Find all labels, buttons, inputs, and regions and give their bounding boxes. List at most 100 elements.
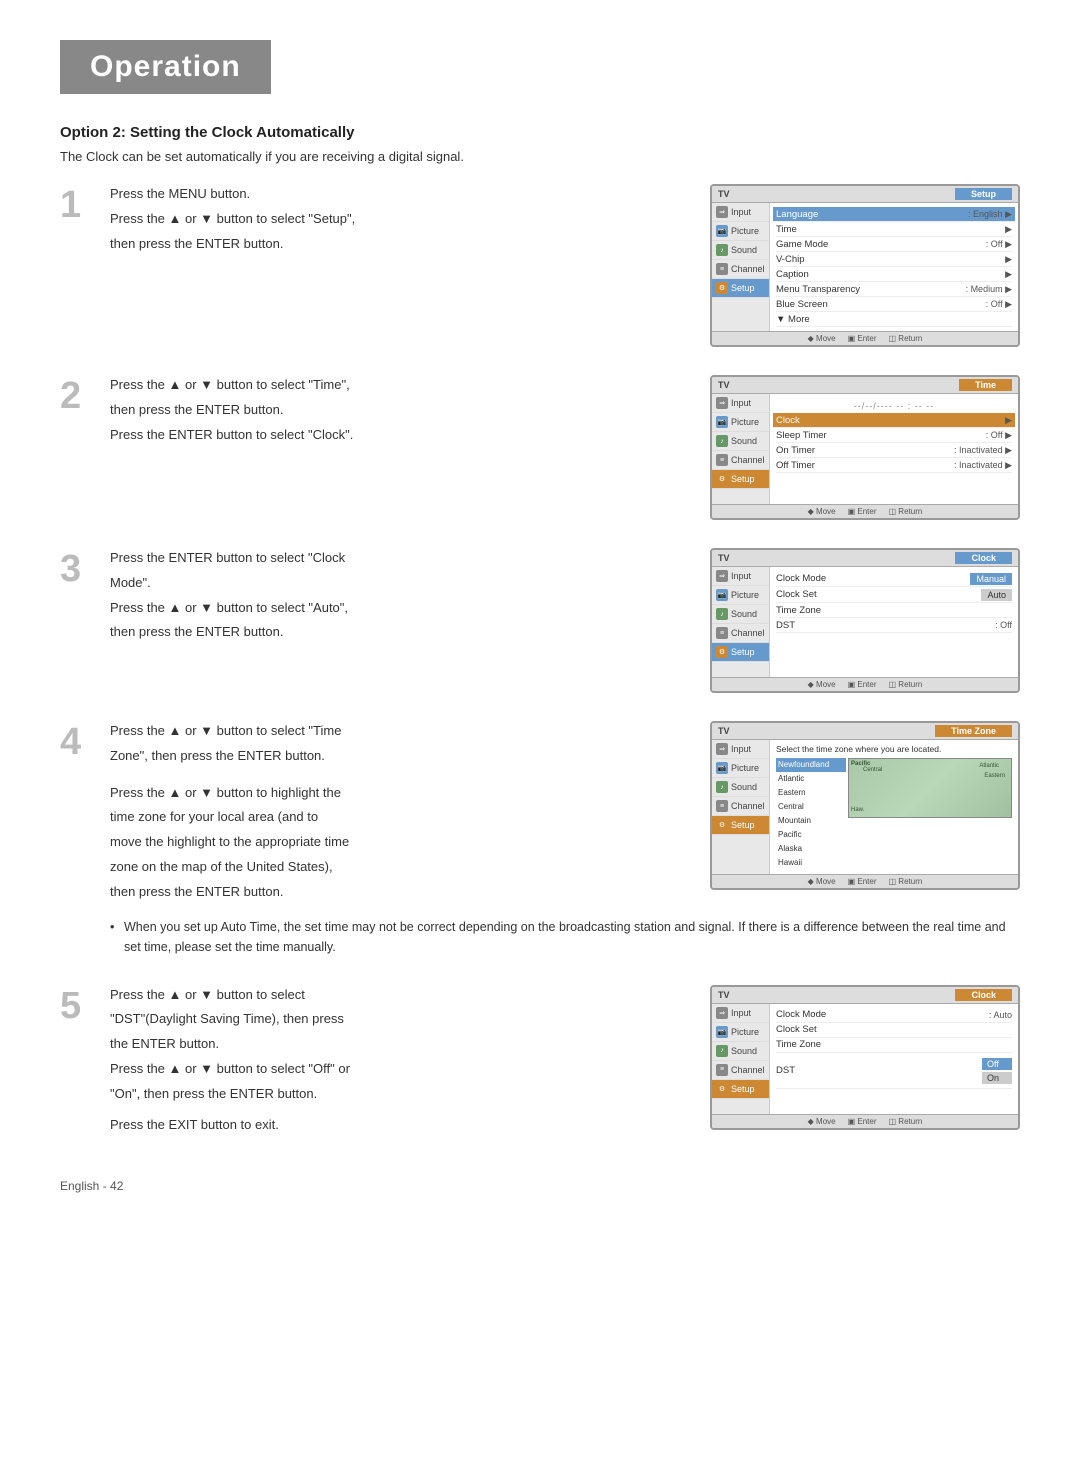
timezone-item[interactable]: Pacific	[776, 828, 846, 842]
step-number: 2	[60, 377, 90, 415]
step-row-1: 1 Press the MENU button.Press the ▲ or ▼…	[60, 184, 1020, 347]
step-content: Press the MENU button.Press the ▲ or ▼ b…	[110, 184, 1020, 347]
tv-menu-item: Time ▶	[776, 222, 1012, 237]
tv-menu-item: Time Zone	[776, 603, 1012, 618]
step-content: Press the ▲ or ▼ button to select"DST"(D…	[110, 985, 1020, 1140]
tv-sidebar: ⇒ Input 📷 Picture ♪ Sound ≡ Channel ⚙ Se…	[712, 567, 770, 677]
step-1: 1 Press the MENU button.Press the ▲ or ▼…	[60, 184, 1020, 347]
tv-sidebar-item: ♪ Sound	[712, 1042, 769, 1061]
tv-main: Select the time zone where you are locat…	[770, 740, 1018, 874]
tv-label: TV	[718, 380, 730, 390]
tv-menu-title: Setup	[955, 188, 1012, 200]
tv-menu-item: V-Chip ▶	[776, 252, 1012, 267]
tv-bottom-bar: ◆ Move ▣ Enter ◫ Return	[712, 504, 1018, 518]
step-text: Press the ENTER button to select "ClockM…	[110, 548, 690, 647]
section-title: Option 2: Setting the Clock Automaticall…	[60, 124, 1020, 141]
tv-menu-item: Clock Set	[776, 1023, 1012, 1038]
tv-menu-title: Clock	[955, 989, 1012, 1001]
steps-container: 1 Press the MENU button.Press the ▲ or ▼…	[60, 184, 1020, 1139]
tv-sidebar-item: ♪ Sound	[712, 432, 769, 451]
tv-menu-item: Caption ▶	[776, 267, 1012, 282]
tv-bottom-bar: ◆ Move ▣ Enter ◫ Return	[712, 1114, 1018, 1128]
step-content: Press the ▲ or ▼ button to select "TimeZ…	[110, 721, 1020, 957]
step-exit-text: Press the EXIT button to exit.	[110, 1115, 690, 1136]
step-row-3: 3 Press the ENTER button to select "Cloc…	[60, 548, 1020, 693]
tv-sidebar-item: 📷 Picture	[712, 222, 769, 241]
tv-menu-title: Time Zone	[935, 725, 1012, 737]
tv-menu-item: Clock Set Auto	[776, 587, 1012, 603]
tv-sidebar-item: 📷 Picture	[712, 759, 769, 778]
page-title-bar: Operation	[60, 40, 271, 94]
intro-text: The Clock can be set automatically if yo…	[60, 149, 1020, 164]
step-number: 5	[60, 987, 90, 1025]
timezone-list: NewfoundlandAtlanticEasternCentralMounta…	[776, 758, 846, 870]
step-5: 5 Press the ▲ or ▼ button to select"DST"…	[60, 985, 1020, 1140]
tv-sidebar-item: ≡ Channel	[712, 260, 769, 279]
tv-sidebar-item: ⚙ Setup	[712, 279, 769, 298]
tv-label: TV	[718, 726, 730, 736]
tv-sidebar-item: 📷 Picture	[712, 586, 769, 605]
tv-main: Clock Mode : Auto Clock Set Time Zone DS…	[770, 1004, 1018, 1114]
timezone-item[interactable]: Eastern	[776, 786, 846, 800]
tv-screen-2: TV Time ⇒ Input 📷 Picture ♪ Sound ≡ Chan…	[710, 375, 1020, 520]
tv-sidebar: ⇒ Input 📷 Picture ♪ Sound ≡ Channel ⚙ Se…	[712, 394, 770, 504]
step-text: Press the ▲ or ▼ button to select "TimeZ…	[110, 721, 690, 767]
tv-sidebar-item: ⇒ Input	[712, 567, 769, 586]
tv-menu-item: DST : Off	[776, 618, 1012, 633]
timezone-item[interactable]: Atlantic	[776, 772, 846, 786]
tv-sidebar-item: ⇒ Input	[712, 394, 769, 413]
tv-sidebar-item: ⚙ Setup	[712, 643, 769, 662]
step-text: Press the MENU button.Press the ▲ or ▼ b…	[110, 184, 690, 258]
tv-main: Language : English ▶ Time ▶ Game Mode : …	[770, 203, 1018, 331]
step-number: 3	[60, 550, 90, 588]
timezone-item[interactable]: Alaska	[776, 842, 846, 856]
timezone-item[interactable]: Hawaii	[776, 856, 846, 870]
tv-menu-item: ▼ More	[776, 312, 1012, 327]
step-content: Press the ▲ or ▼ button to select "Time"…	[110, 375, 1020, 520]
tv-menu-item: Language : English ▶	[773, 207, 1015, 222]
section-header: Option 2: Setting the Clock Automaticall…	[60, 124, 1020, 164]
tv-sidebar-item: ≡ Channel	[712, 797, 769, 816]
tv-menu-item: Sleep Timer : Off ▶	[776, 428, 1012, 443]
tv-sidebar-item: ⇒ Input	[712, 203, 769, 222]
tv-menu-item-dst: DST Off On	[776, 1053, 1012, 1089]
timezone-item[interactable]: Newfoundland	[776, 758, 846, 772]
tv-menu-title: Clock	[955, 552, 1012, 564]
tv-sidebar-item: ≡ Channel	[712, 451, 769, 470]
step-row-4: 4 Press the ▲ or ▼ button to select "Tim…	[60, 721, 1020, 957]
tv-sidebar-item: ♪ Sound	[712, 778, 769, 797]
step-4: 4 Press the ▲ or ▼ button to select "Tim…	[60, 721, 1020, 957]
tv-sidebar-item: ⚙ Setup	[712, 816, 769, 835]
tv-sidebar-item: ≡ Channel	[712, 624, 769, 643]
tv-menu-item: Clock ▶	[773, 413, 1015, 428]
tv-sidebar: ⇒ Input 📷 Picture ♪ Sound ≡ Channel ⚙ Se…	[712, 740, 770, 874]
tv-menu-title: Time	[959, 379, 1012, 391]
tv-sidebar-item: ⚙ Setup	[712, 470, 769, 489]
step-content: Press the ENTER button to select "ClockM…	[110, 548, 1020, 693]
tv-bottom-bar: ◆ Move ▣ Enter ◫ Return	[712, 874, 1018, 888]
bullet-note: When you set up Auto Time, the set time …	[110, 917, 1020, 957]
tv-label: TV	[718, 990, 730, 1000]
tv-sidebar-item: ⚙ Setup	[712, 1080, 769, 1099]
footer: English - 42	[60, 1179, 1020, 1193]
step-row-2: 2 Press the ▲ or ▼ button to select "Tim…	[60, 375, 1020, 520]
tv-label: TV	[718, 553, 730, 563]
tv-sidebar-item: ≡ Channel	[712, 1061, 769, 1080]
tv-menu-item: Time Zone	[776, 1038, 1012, 1053]
tv-menu-item: Menu Transparency : Medium ▶	[776, 282, 1012, 297]
step-text: Press the ▲ or ▼ button to select"DST"(D…	[110, 985, 690, 1105]
tv-screen-1: TV Setup ⇒ Input 📷 Picture ♪ Sound ≡ Cha…	[710, 184, 1020, 347]
tv-sidebar-item: 📷 Picture	[712, 413, 769, 432]
tv-main: --/--/---- -- : -- -- Clock ▶ Sleep Time…	[770, 394, 1018, 504]
tv-menu-item: Game Mode : Off ▶	[776, 237, 1012, 252]
tv-menu-item: Clock Mode Manual	[776, 571, 1012, 587]
tv-sidebar-item: ♪ Sound	[712, 241, 769, 260]
step-row-5: 5 Press the ▲ or ▼ button to select"DST"…	[60, 985, 1020, 1140]
tv-sidebar-item: ⇒ Input	[712, 1004, 769, 1023]
step-text: Press the ▲ or ▼ button to select "Time"…	[110, 375, 690, 449]
step-number: 4	[60, 723, 90, 761]
timezone-item[interactable]: Central	[776, 800, 846, 814]
tv-sidebar-item: ♪ Sound	[712, 605, 769, 624]
timezone-map: Pacific Central Atlantic Eastern Haw.	[848, 758, 1012, 818]
timezone-item[interactable]: Mountain	[776, 814, 846, 828]
